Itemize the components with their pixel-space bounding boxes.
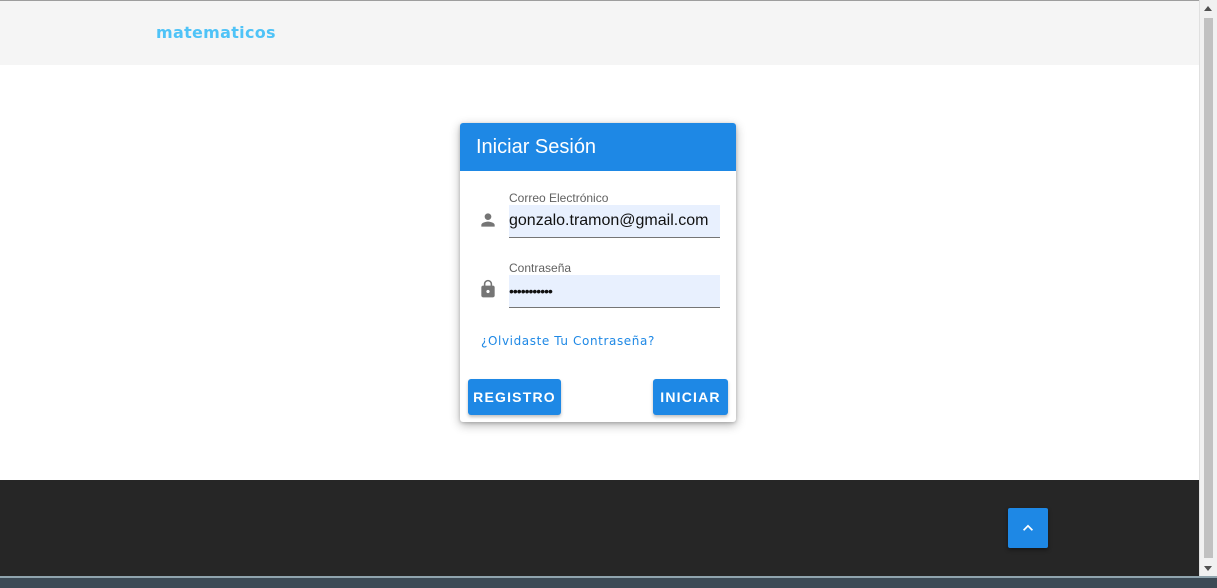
scroll-up-arrow-icon[interactable]: [1204, 6, 1212, 11]
top-navbar: matematicos: [0, 0, 1199, 65]
password-label: Contraseña: [509, 261, 572, 275]
lock-icon: [481, 279, 495, 298]
login-button[interactable]: INICIAR: [653, 379, 728, 415]
scroll-to-top-button[interactable]: [1008, 508, 1048, 548]
bottom-edge: [0, 576, 1217, 588]
login-card-title: Iniciar Sesión: [460, 123, 736, 171]
password-field-group: Contraseña •••••••••••: [460, 261, 736, 325]
vertical-scrollbar[interactable]: [1199, 0, 1217, 578]
email-input[interactable]: gonzalo.tramon@gmail.com: [509, 205, 720, 238]
register-button[interactable]: REGISTRO: [468, 379, 561, 415]
scroll-down-arrow-icon[interactable]: [1204, 566, 1212, 571]
person-icon: [481, 213, 495, 227]
page: matematicos Iniciar Sesión Correo Electr…: [0, 0, 1199, 588]
email-field-group: Correo Electrónico gonzalo.tramon@gmail.…: [460, 191, 736, 255]
forgot-password-link[interactable]: ¿Olvidaste Tu Contraseña?: [481, 334, 655, 348]
login-card: Iniciar Sesión Correo Electrónico gonzal…: [460, 123, 736, 422]
password-input[interactable]: •••••••••••: [509, 275, 720, 308]
email-label: Correo Electrónico: [509, 191, 609, 205]
chevron-up-icon: [1023, 524, 1033, 531]
brand-logo[interactable]: matematicos: [156, 23, 276, 42]
scrollbar-thumb[interactable]: [1204, 18, 1213, 558]
